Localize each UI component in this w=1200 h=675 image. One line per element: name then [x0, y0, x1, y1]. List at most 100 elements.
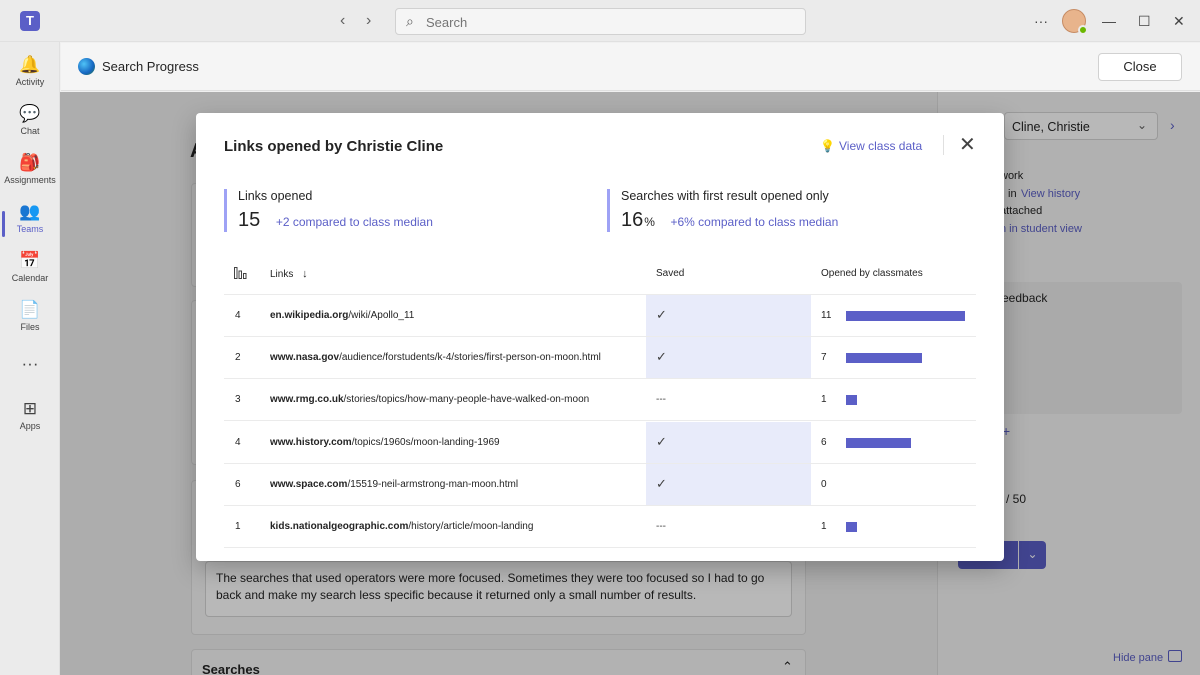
close-icon[interactable]: ✕: [959, 134, 976, 156]
backpack-icon: 🎒: [19, 153, 41, 172]
rail-item-activity[interactable]: 🔔 Activity: [0, 54, 60, 100]
times-opened-count: 6: [235, 478, 241, 490]
search-input[interactable]: [426, 13, 786, 31]
apps-icon: ⊞: [22, 399, 38, 418]
bar-chart-icon[interactable]: [234, 267, 247, 282]
link-domain: www.rmg.co.uk: [270, 394, 344, 406]
rail-item-calendar[interactable]: 📅 Calendar: [0, 250, 60, 296]
link-domain: www.nasa.gov: [270, 352, 340, 364]
app-title: Search Progress: [102, 59, 199, 74]
checkmark-icon: ✓: [656, 307, 667, 322]
times-opened-count: 3: [235, 394, 241, 406]
teams-icon: 👥: [19, 202, 41, 221]
app-header: Search Progress Close: [61, 43, 1200, 91]
table-row: 4 en.wikipedia.org/wiki/Apollo_11 ✓ 11: [224, 295, 976, 337]
close-button[interactable]: Close: [1098, 53, 1182, 81]
times-opened-count: 1: [235, 521, 241, 532]
links-opened-compare: +2 compared to class median: [275, 215, 433, 229]
table-row: 1 kids.nationalgeographic.com/history/art…: [224, 506, 976, 548]
not-saved-dash: ---: [656, 394, 666, 406]
minimize-icon[interactable]: —: [1102, 12, 1116, 30]
opened-by-classmates-bar: [846, 311, 965, 321]
sort-descending-icon: ↓: [302, 268, 308, 280]
opened-by-classmates-count: 1: [821, 521, 827, 532]
checkmark-icon: ✓: [656, 475, 667, 491]
opened-by-classmates-count: 6: [821, 436, 827, 448]
search-box[interactable]: ⌕: [395, 8, 806, 35]
link-domain: kids.nationalgeographic.com: [270, 521, 409, 532]
rail-item-apps[interactable]: ⊞ Apps: [0, 398, 60, 444]
link-url[interactable]: kids.nationalgeographic.com/history/arti…: [270, 521, 533, 532]
opened-by-classmates-bar: [846, 395, 857, 406]
teams-logo-icon: T: [20, 11, 40, 31]
search-icon: ⌕: [406, 13, 414, 29]
links-column-header[interactable]: Links ↓: [270, 268, 308, 280]
opened-by-classmates-count: 0: [821, 478, 827, 490]
more-options-icon[interactable]: ···: [1034, 12, 1048, 30]
maximize-icon[interactable]: ☐: [1138, 12, 1151, 30]
rail-item-teams[interactable]: 👥 Teams: [0, 201, 60, 247]
times-opened-count: 2: [235, 352, 241, 364]
link-path: /audience/forstudents/k-4/stories/first-…: [339, 352, 601, 364]
link-path: /history/article/moon-landing: [408, 521, 534, 532]
back-arrow-icon[interactable]: ‹: [340, 12, 345, 30]
chat-icon: 💬: [19, 104, 41, 123]
link-url[interactable]: www.space.com/15519-neil-armstrong-man-m…: [270, 479, 518, 490]
opened-by-classmates-bar: [846, 353, 922, 364]
link-url[interactable]: en.wikipedia.org/wiki/Apollo_11: [270, 310, 414, 321]
links-opened-dialog: Links opened by Christie Cline 💡 View cla…: [196, 113, 1004, 561]
link-domain: www.history.com: [270, 436, 352, 448]
checkmark-icon: ✓: [656, 433, 667, 449]
link-url[interactable]: www.nasa.gov/audience/forstudents/k-4/st…: [270, 352, 601, 363]
forward-arrow-icon[interactable]: ›: [366, 12, 371, 30]
links-opened-stat: Links opened 15 +2 compared to class med…: [224, 189, 433, 232]
saved-column-header[interactable]: Saved: [656, 268, 684, 279]
table-row: 6 www.space.com/15519-neil-armstrong-man-…: [224, 463, 976, 506]
rail-item-files[interactable]: 📄 Files: [0, 299, 60, 345]
saved-cell: ✓: [646, 421, 811, 463]
avatar[interactable]: [1062, 9, 1088, 35]
link-path: /15519-neil-armstrong-man-moon.html: [347, 478, 519, 490]
first-result-stat: Searches with first result opened only 1…: [607, 189, 838, 232]
dialog-title: Links opened by Christie Cline: [224, 138, 444, 155]
opened-by-classmates-bar: [846, 522, 857, 532]
times-opened-count: 4: [235, 436, 241, 448]
opened-by-classmates-count: 7: [821, 352, 827, 364]
links-opened-value: 15: [238, 209, 261, 231]
first-result-compare: +6% compared to class median: [670, 215, 839, 229]
opened-by-classmates-header[interactable]: Opened by classmates: [821, 268, 923, 279]
link-path: /topics/1960s/moon-landing-1969: [351, 436, 500, 448]
opened-by-classmates-count: 11: [821, 310, 832, 321]
more-apps-icon: ···: [21, 354, 39, 373]
first-result-value: 16: [621, 209, 644, 231]
saved-cell: ---: [646, 379, 811, 420]
rail-item-chat[interactable]: 💬 Chat: [0, 103, 60, 149]
times-opened-count: 4: [235, 310, 241, 321]
lightbulb-icon: 💡: [820, 139, 835, 153]
divider: [943, 135, 944, 155]
table-row: 2 www.nasa.gov/audience/forstudents/k-4/s…: [224, 337, 976, 380]
presence-available-icon: [1078, 25, 1088, 35]
saved-cell: ---: [646, 506, 811, 547]
saved-cell: ✓: [646, 337, 811, 379]
app-rail: 🔔 Activity 💬 Chat 🎒 Assignments 👥 Teams …: [0, 42, 60, 675]
link-url[interactable]: www.rmg.co.uk/stories/topics/how-many-pe…: [270, 394, 589, 405]
link-path: /stories/topics/how-many-people-have-wal…: [343, 394, 590, 406]
link-domain: www.space.com: [270, 478, 348, 490]
table-row: 3 www.rmg.co.uk/stories/topics/how-many-p…: [224, 379, 976, 422]
link-url[interactable]: www.history.com/topics/1960s/moon-landin…: [270, 437, 500, 448]
saved-cell: ✓: [646, 295, 811, 336]
view-class-data-button[interactable]: 💡 View class data: [820, 139, 922, 153]
rail-item-assignments[interactable]: 🎒 Assignments: [0, 152, 60, 198]
opened-by-classmates-count: 1: [821, 394, 827, 406]
rail-item-more[interactable]: ···: [0, 353, 60, 399]
window-close-icon[interactable]: ✕: [1173, 12, 1185, 30]
table-row: 4 www.history.com/topics/1960s/moon-landi…: [224, 421, 976, 464]
not-saved-dash: ---: [656, 521, 666, 532]
file-icon: 📄: [19, 300, 41, 319]
search-progress-logo-icon: [78, 58, 95, 75]
link-domain: en.wikipedia.org: [270, 310, 349, 321]
saved-cell: ✓: [646, 463, 811, 505]
calendar-icon: 📅: [19, 251, 41, 270]
title-bar: T ‹ › ⌕ ··· — ☐ ✕: [0, 0, 1200, 42]
